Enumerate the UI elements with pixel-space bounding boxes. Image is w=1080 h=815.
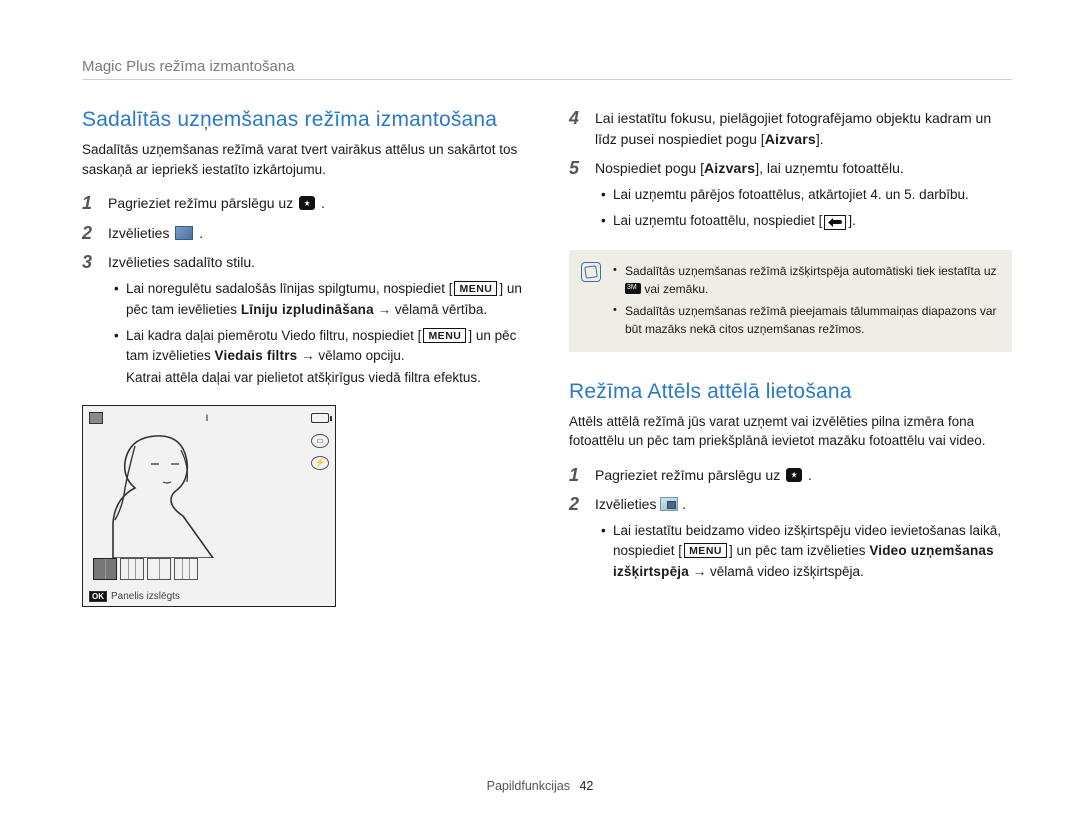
section-intro-pip: Attēls attēlā režīmā jūs varat uzņemt va… — [569, 412, 1012, 451]
step-3-bullet-b-note: Katrai attēla daļai var pielietot atšķir… — [126, 368, 525, 388]
section-intro: Sadalītās uzņemšanas režīmā varat tvert … — [82, 140, 525, 179]
back-icon — [824, 215, 846, 230]
ok-button-icon: OK — [89, 591, 107, 602]
note-item-2: Sadalītās uzņemšanas režīmā pieejamais t… — [613, 302, 998, 338]
step-2: 2 Izvēlieties . — [82, 223, 525, 245]
step-4: 4 Lai iestatītu fokusu, pielāgojiet foto… — [569, 108, 1012, 150]
step-3-text: Izvēlieties sadalīto stilu. — [108, 254, 255, 270]
note-box: Sadalītās uzņemšanas režīmā izšķirtspēja… — [569, 250, 1012, 352]
mode-dial-icon — [299, 196, 315, 210]
step-3-bullet-a: Lai noregulētu sadalošās līnijas spilgtu… — [112, 279, 525, 320]
left-column: Sadalītās uzņemšanas režīma izmantošana … — [82, 108, 525, 607]
step-1: 1 Pagrieziet režīmu pārslēgu uz . — [82, 193, 525, 215]
pip-step-2-bullet: Lai iestatītu beidzamo video izšķirtspēj… — [599, 521, 1012, 582]
menu-icon: MENU — [454, 281, 497, 296]
step-5: 5 Nospiediet pogu [Aizvars], lai uzņemtu… — [569, 158, 1012, 238]
flash-off-icon: ⚡ — [311, 456, 329, 470]
menu-icon: MENU — [423, 328, 466, 343]
section-heading-split-shot: Sadalītās uzņemšanas režīma izmantošana — [82, 108, 525, 132]
pip-mode-icon — [660, 497, 678, 511]
page-footer: Papildfunkcijas 42 — [0, 779, 1080, 793]
section-heading-pip: Režīma Attēls attēlā lietošana — [569, 380, 1012, 404]
footer-section: Papildfunkcijas — [487, 779, 570, 793]
pip-step-1: 1 Pagrieziet režīmu pārslēgu uz . — [569, 465, 1012, 487]
step-5-bullet-a: Lai uzņemtu pārējos fotoattēlus, atkārto… — [599, 185, 1012, 205]
battery-icon — [311, 413, 329, 423]
subject-silhouette — [93, 428, 233, 558]
menu-icon: MENU — [684, 543, 727, 558]
size-indicator-icon: ▭ — [311, 434, 329, 448]
split-shot-mode-icon — [175, 226, 193, 240]
right-column: 4 Lai iestatītu fokusu, pielāgojiet foto… — [569, 108, 1012, 607]
mode-dial-icon — [786, 468, 802, 482]
storage-icon — [89, 412, 103, 424]
step-1-text: Pagrieziet režīmu pārslēgu uz — [108, 195, 297, 211]
resolution-3m-icon — [625, 283, 641, 294]
breadcrumb: Magic Plus režīma izmantošana — [82, 58, 1012, 80]
page-number: 42 — [579, 779, 593, 793]
camera-preview-illustration: I ▭ ⚡ — [82, 405, 336, 607]
note-item-1: Sadalītās uzņemšanas režīmā izšķirtspēja… — [613, 262, 998, 298]
step-5-bullet-b: Lai uzņemtu fotoattēlu, nospiediet [ ]. — [599, 211, 1012, 231]
note-icon — [581, 262, 601, 282]
step-2-text: Izvēlieties — [108, 225, 173, 241]
pip-step-2: 2 Izvēlieties . Lai iestatītu beidzamo v… — [569, 494, 1012, 588]
preview-caption: Panelis izslēgts — [111, 591, 180, 602]
layout-thumbnails — [93, 558, 198, 580]
step-3-bullet-b: Lai kadra daļai piemērotu Viedo filtru, … — [112, 326, 525, 389]
step-3: 3 Izvēlieties sadalīto stilu. Lai noregu… — [82, 252, 525, 394]
